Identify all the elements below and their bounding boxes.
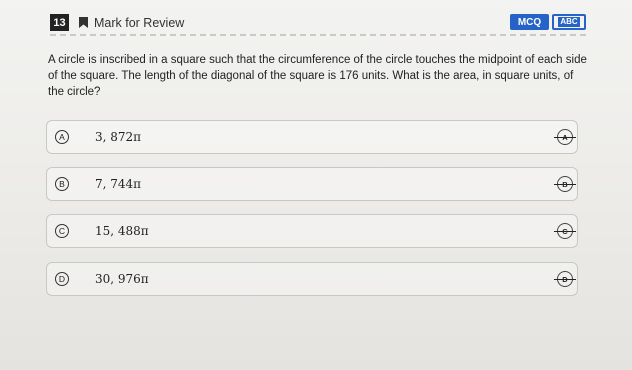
option-value: 7, 744π bbox=[95, 177, 142, 191]
abc-label: ABC bbox=[558, 17, 580, 27]
mcq-badge: MCQ bbox=[510, 14, 549, 30]
abc-strikethrough-toggle[interactable]: ABC bbox=[552, 14, 586, 30]
option-letter: C bbox=[55, 224, 69, 238]
option-c[interactable]: C 15, 488π C bbox=[46, 214, 578, 248]
option-a[interactable]: A 3, 872π A bbox=[46, 120, 578, 154]
option-value: 30, 976π bbox=[95, 272, 149, 286]
strike-option-b-button[interactable]: B bbox=[554, 176, 576, 192]
strikethrough-icon: C bbox=[562, 226, 568, 236]
header-divider bbox=[50, 34, 586, 36]
option-letter: B bbox=[55, 177, 69, 191]
question-header: 13 Mark for Review MCQ ABC bbox=[50, 14, 590, 36]
option-value: 15, 488π bbox=[95, 224, 149, 238]
question-number: 13 bbox=[50, 14, 69, 31]
strikethrough-icon: A bbox=[562, 132, 568, 142]
option-d[interactable]: D 30, 976π D bbox=[46, 262, 578, 296]
option-value: 3, 872π bbox=[95, 130, 142, 144]
strike-option-a-button[interactable]: A bbox=[554, 129, 576, 145]
option-b[interactable]: B 7, 744π B bbox=[46, 167, 578, 201]
question-text: A circle is inscribed in a square such t… bbox=[48, 54, 587, 98]
strike-option-c-button[interactable]: C bbox=[554, 223, 576, 239]
strikethrough-icon: D bbox=[562, 274, 568, 284]
mark-for-review-button[interactable]: Mark for Review bbox=[94, 16, 184, 30]
option-letter: A bbox=[55, 130, 69, 144]
option-letter: D bbox=[55, 272, 69, 286]
strikethrough-icon: B bbox=[562, 179, 568, 189]
strike-option-d-button[interactable]: D bbox=[554, 271, 576, 287]
bookmark-icon[interactable] bbox=[78, 17, 89, 28]
